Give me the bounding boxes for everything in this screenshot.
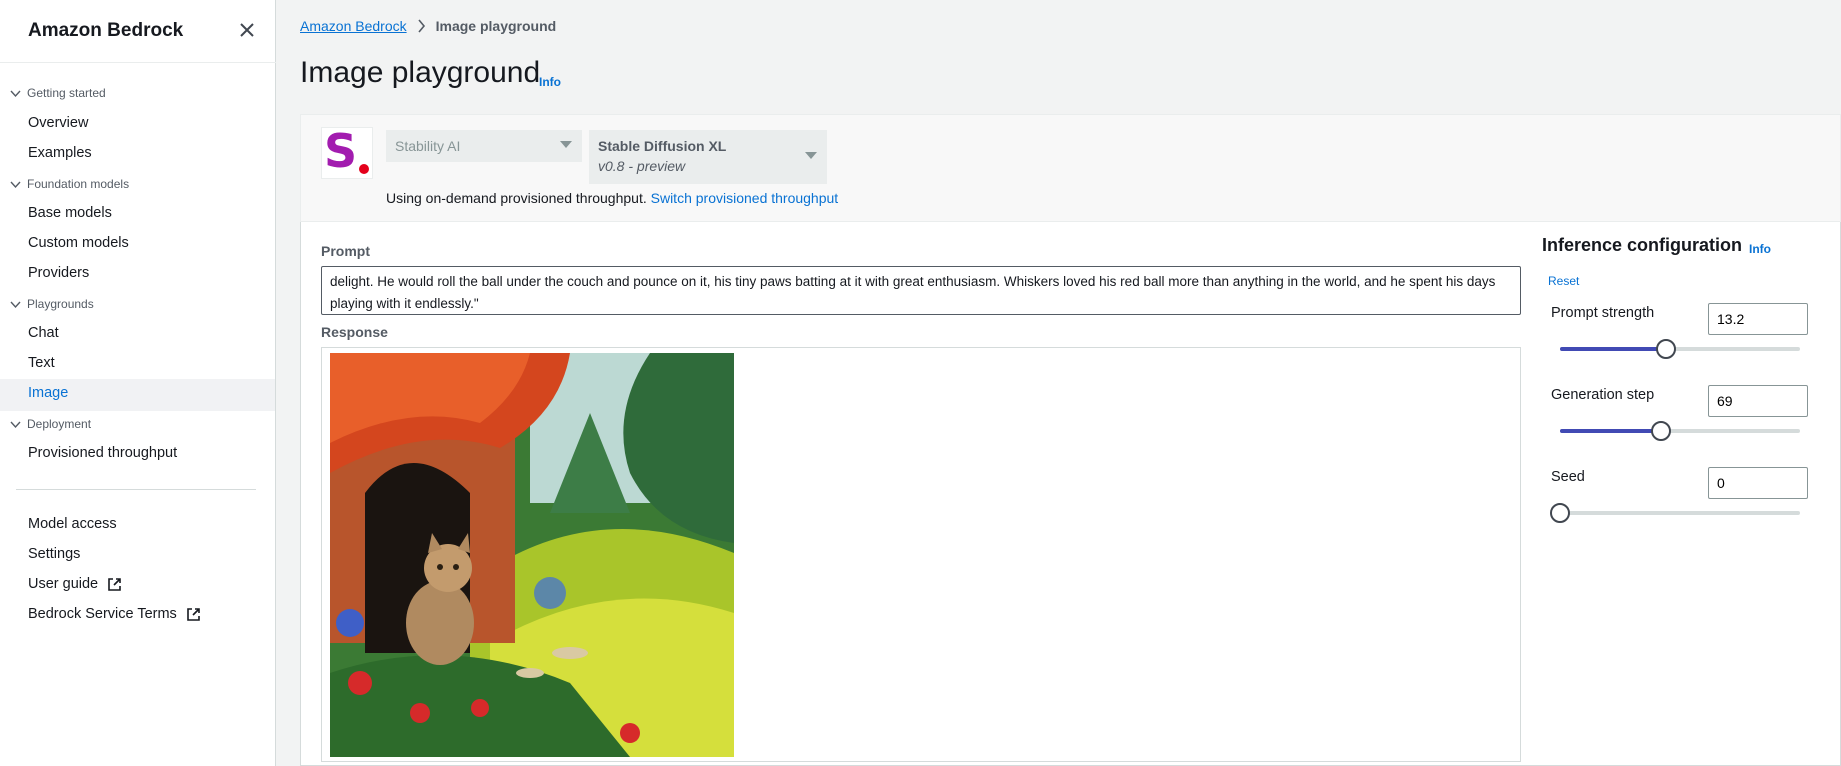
chevron-down-icon bbox=[10, 421, 21, 428]
sidebar-item-examples[interactable]: Examples bbox=[28, 145, 92, 161]
sidebar-divider bbox=[16, 489, 256, 490]
caret-down-icon bbox=[560, 141, 572, 148]
generated-image bbox=[330, 353, 734, 757]
provider-select[interactable]: Stability AI bbox=[386, 130, 582, 162]
inference-config-title: Inference configuration bbox=[1542, 235, 1743, 255]
stability-ai-logo: S bbox=[321, 124, 373, 179]
prompt-input[interactable]: delight. He would roll the ball under th… bbox=[321, 266, 1521, 315]
sidebar-item-overview[interactable]: Overview bbox=[28, 115, 88, 131]
generation-step-input[interactable] bbox=[1708, 385, 1808, 417]
response-label: Response bbox=[321, 324, 388, 340]
chevron-down-icon bbox=[10, 301, 21, 308]
breadcrumb: Amazon Bedrock Image playground bbox=[300, 18, 556, 34]
sidebar-title: Amazon Bedrock bbox=[28, 20, 184, 41]
prompt-strength-slider-thumb[interactable] bbox=[1655, 339, 1676, 359]
chevron-down-icon bbox=[10, 181, 21, 188]
throughput-info: Using on-demand provisioned throughput. … bbox=[386, 190, 839, 206]
model-select[interactable]: Stable Diffusion XL v0.8 - preview bbox=[589, 130, 827, 184]
sidebar-item-settings[interactable]: Settings bbox=[28, 546, 80, 562]
seed-label: Seed bbox=[1551, 469, 1585, 485]
seed-input[interactable] bbox=[1708, 467, 1808, 499]
external-link-icon bbox=[108, 577, 121, 591]
sidebar-item-provisioned-throughput[interactable]: Provisioned throughput bbox=[28, 445, 177, 461]
close-icon[interactable] bbox=[236, 19, 258, 41]
sidebar-divider bbox=[0, 62, 276, 63]
generation-step-label: Generation step bbox=[1551, 387, 1655, 403]
sidebar-item-chat[interactable]: Chat bbox=[28, 325, 59, 341]
sidebar: Amazon Bedrock Getting started Overview … bbox=[0, 0, 276, 766]
sidebar-section-foundation-models[interactable]: Foundation models bbox=[10, 177, 129, 191]
sidebar-item-text[interactable]: Text bbox=[28, 355, 55, 371]
prompt-strength-label: Prompt strength bbox=[1551, 305, 1655, 321]
page-title: Image playground bbox=[300, 56, 541, 89]
info-link[interactable]: Info bbox=[539, 75, 561, 89]
sidebar-item-custom-models[interactable]: Custom models bbox=[28, 235, 129, 251]
breadcrumb-current: Image playground bbox=[435, 18, 557, 34]
breadcrumb-link-amazon-bedrock[interactable]: Amazon Bedrock bbox=[300, 18, 407, 34]
sidebar-item-image[interactable]: Image bbox=[28, 385, 68, 401]
seed-slider-thumb[interactable] bbox=[1550, 503, 1570, 523]
reset-link[interactable]: Reset bbox=[1548, 274, 1579, 288]
generation-step-slider-thumb[interactable] bbox=[1650, 421, 1671, 441]
sidebar-item-providers[interactable]: Providers bbox=[28, 265, 89, 281]
sidebar-section-deployment[interactable]: Deployment bbox=[10, 417, 91, 431]
sidebar-section-getting-started[interactable]: Getting started bbox=[10, 86, 106, 100]
prompt-strength-slider-fill bbox=[1560, 347, 1666, 351]
prompt-strength-input[interactable] bbox=[1708, 303, 1808, 335]
sidebar-item-base-models[interactable]: Base models bbox=[28, 205, 112, 221]
sidebar-item-model-access[interactable]: Model access bbox=[28, 516, 117, 532]
caret-down-icon bbox=[805, 152, 817, 159]
external-link-icon bbox=[187, 607, 200, 621]
switch-throughput-link[interactable]: Switch provisioned throughput bbox=[651, 190, 839, 206]
sidebar-item-service-terms[interactable]: Bedrock Service Terms bbox=[28, 606, 201, 622]
chevron-right-icon bbox=[417, 19, 425, 33]
info-link[interactable]: Info bbox=[1749, 242, 1771, 256]
sidebar-section-playgrounds[interactable]: Playgrounds bbox=[10, 297, 94, 311]
sidebar-item-user-guide[interactable]: User guide bbox=[28, 576, 122, 592]
generation-step-slider-fill bbox=[1560, 429, 1661, 433]
prompt-label: Prompt bbox=[321, 243, 370, 259]
chevron-down-icon bbox=[10, 90, 21, 97]
seed-slider-track[interactable] bbox=[1560, 511, 1800, 515]
